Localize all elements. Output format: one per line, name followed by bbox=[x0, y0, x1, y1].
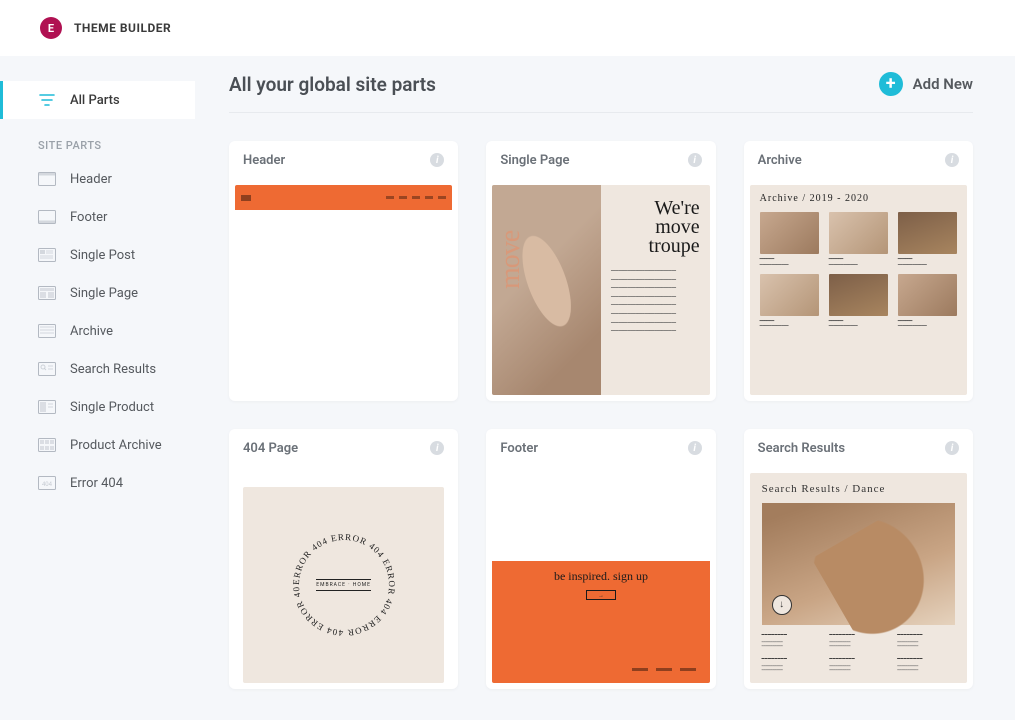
sidebar-item-single-post[interactable]: Single Post bbox=[0, 236, 195, 274]
single-post-icon bbox=[38, 247, 56, 263]
error-404-preview-thumb: ERROR 404 ERROR 404 ERROR 404 ERROR 404 … bbox=[243, 487, 444, 683]
sidebar-heading: SITE PARTS bbox=[0, 119, 195, 160]
card-title: Search Results bbox=[758, 441, 845, 456]
info-icon[interactable]: i bbox=[430, 441, 444, 455]
sidebar-item-header[interactable]: Header bbox=[0, 160, 195, 198]
card-title: Header bbox=[243, 153, 285, 168]
sidebar-item-all-parts[interactable]: All Parts bbox=[0, 81, 195, 119]
footer-icon bbox=[38, 209, 56, 225]
sidebar-item-label: Search Results bbox=[70, 362, 156, 377]
add-new-button[interactable]: + Add New bbox=[879, 72, 973, 96]
search-results-preview-thumb: Search Results / Dance ↓ ━━━━━━━━━━━━━━━… bbox=[750, 473, 967, 683]
search-results-icon bbox=[38, 361, 56, 377]
topbar: E THEME BUILDER bbox=[0, 0, 1015, 56]
sidebar: All Parts SITE PARTS Header Footer Singl… bbox=[0, 56, 195, 720]
sidebar-item-label: Single Page bbox=[70, 286, 138, 301]
card-header-bar: Footer i bbox=[486, 429, 715, 467]
filter-icon bbox=[38, 92, 56, 108]
card-header-bar: Single Page i bbox=[486, 141, 715, 179]
info-icon[interactable]: i bbox=[945, 441, 959, 455]
plus-icon: + bbox=[879, 72, 903, 96]
header-icon bbox=[38, 171, 56, 187]
sidebar-item-label: Archive bbox=[70, 324, 113, 339]
card-preview: be inspired. sign up → bbox=[486, 467, 715, 689]
app-title: THEME BUILDER bbox=[74, 21, 171, 35]
card-single-page[interactable]: Single Page i move We're move troupe bbox=[486, 141, 715, 401]
info-icon[interactable]: i bbox=[945, 153, 959, 167]
sidebar-item-error-404[interactable]: 404 Error 404 bbox=[0, 464, 195, 502]
card-preview: move We're move troupe ━━━━━━━━━━━━━━━━━… bbox=[486, 179, 715, 401]
card-header[interactable]: Header i bbox=[229, 141, 458, 401]
archive-preview-thumb: Archive / 2019 - 2020 ━━━━━━━━━━━━━━━━━━… bbox=[750, 185, 967, 395]
layout: All Parts SITE PARTS Header Footer Singl… bbox=[0, 56, 1015, 720]
card-preview bbox=[229, 179, 458, 401]
footer-preview-thumb: be inspired. sign up → bbox=[492, 473, 709, 683]
sidebar-item-label: Product Archive bbox=[70, 438, 162, 453]
info-icon[interactable]: i bbox=[688, 441, 702, 455]
header-preview-thumb bbox=[235, 185, 452, 395]
card-404[interactable]: 404 Page i ERROR 404 ERROR 404 ERROR 404… bbox=[229, 429, 458, 689]
card-title: Archive bbox=[758, 153, 802, 168]
sidebar-item-archive[interactable]: Archive bbox=[0, 312, 195, 350]
card-archive[interactable]: Archive i Archive / 2019 - 2020 ━━━━━━━━… bbox=[744, 141, 973, 401]
cards-grid: Header i Single Page i bbox=[229, 141, 973, 689]
sidebar-item-single-product[interactable]: Single Product bbox=[0, 388, 195, 426]
sidebar-item-label: Header bbox=[70, 172, 112, 187]
card-preview: ERROR 404 ERROR 404 ERROR 404 ERROR 404 … bbox=[229, 467, 458, 689]
card-header-bar: 404 Page i bbox=[229, 429, 458, 467]
sidebar-item-label: All Parts bbox=[70, 93, 120, 108]
card-footer[interactable]: Footer i be inspired. sign up → bbox=[486, 429, 715, 689]
svg-text:ERROR 404 ERROR 404 ERROR 404: ERROR 404 ERROR 404 ERROR 404 ERROR 404 … bbox=[289, 530, 397, 638]
sidebar-item-label: Single Post bbox=[70, 248, 135, 263]
single-page-preview-thumb: move We're move troupe ━━━━━━━━━━━━━━━━━… bbox=[492, 185, 709, 395]
main-header: All your global site parts + Add New bbox=[229, 72, 973, 113]
single-page-icon bbox=[38, 285, 56, 301]
page-title: All your global site parts bbox=[229, 73, 436, 96]
sidebar-item-single-page[interactable]: Single Page bbox=[0, 274, 195, 312]
card-search-results[interactable]: Search Results i Search Results / Dance … bbox=[744, 429, 973, 689]
card-title: 404 Page bbox=[243, 441, 298, 456]
info-icon[interactable]: i bbox=[430, 153, 444, 167]
card-preview: Search Results / Dance ↓ ━━━━━━━━━━━━━━━… bbox=[744, 467, 973, 689]
card-header-bar: Header i bbox=[229, 141, 458, 179]
card-header-bar: Archive i bbox=[744, 141, 973, 179]
sidebar-item-product-archive[interactable]: Product Archive bbox=[0, 426, 195, 464]
card-header-bar: Search Results i bbox=[744, 429, 973, 467]
svg-text:404: 404 bbox=[42, 481, 53, 488]
sidebar-item-footer[interactable]: Footer bbox=[0, 198, 195, 236]
sidebar-item-label: Error 404 bbox=[70, 476, 123, 491]
info-icon[interactable]: i bbox=[688, 153, 702, 167]
card-title: Single Page bbox=[500, 153, 569, 168]
sidebar-item-label: Single Product bbox=[70, 400, 154, 415]
archive-icon bbox=[38, 323, 56, 339]
card-title: Footer bbox=[500, 441, 538, 456]
main: All your global site parts + Add New Hea… bbox=[195, 56, 1015, 720]
single-product-icon bbox=[38, 399, 56, 415]
add-new-label: Add New bbox=[913, 75, 973, 93]
card-preview: Archive / 2019 - 2020 ━━━━━━━━━━━━━━━━━━… bbox=[744, 179, 973, 401]
error-404-icon: 404 bbox=[38, 475, 56, 491]
sidebar-item-label: Footer bbox=[70, 210, 107, 225]
product-archive-icon bbox=[38, 437, 56, 453]
sidebar-item-search-results[interactable]: Search Results bbox=[0, 350, 195, 388]
down-arrow-icon: ↓ bbox=[772, 595, 792, 615]
app-logo: E bbox=[40, 17, 62, 39]
